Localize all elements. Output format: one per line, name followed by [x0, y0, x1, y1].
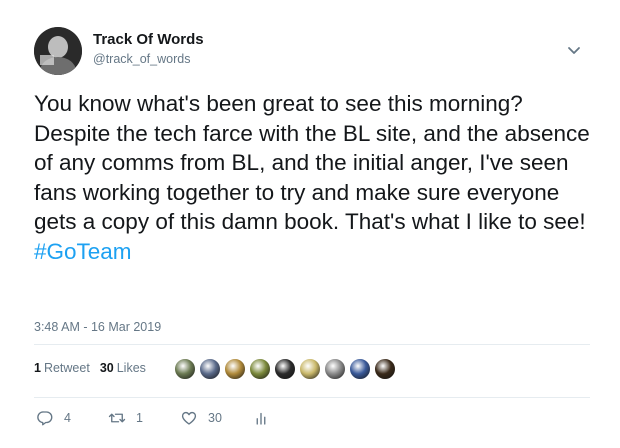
retweet-count: 1: [136, 411, 143, 425]
reply-count: 4: [64, 411, 71, 425]
liker-avatars: [174, 358, 399, 380]
author-handle[interactable]: @track_of_words: [93, 52, 190, 66]
avatar-photo-icon: [34, 27, 82, 75]
analytics-icon: [256, 412, 266, 425]
retweet-stat[interactable]: 1 Retweet: [34, 361, 90, 375]
likes-stat-label: Likes: [116, 361, 146, 375]
retweet-button[interactable]: 1: [108, 409, 154, 427]
liker-avatar[interactable]: [324, 358, 346, 380]
tweet-timestamp[interactable]: 3:48 AM - 16 Mar 2019: [34, 320, 161, 334]
tweet-text: You know what's been great to see this m…: [34, 89, 604, 266]
divider: [34, 344, 590, 345]
heart-icon: [181, 411, 197, 425]
author-avatar[interactable]: [34, 27, 82, 75]
divider: [34, 397, 590, 398]
liker-avatar[interactable]: [349, 358, 371, 380]
hashtag-link[interactable]: #GoTeam: [34, 239, 132, 264]
tweet-body: You know what's been great to see this m…: [34, 91, 590, 234]
tweet-stats: 1 Retweet 30 Likes: [34, 361, 156, 375]
liker-avatar[interactable]: [249, 358, 271, 380]
retweet-stat-count: 1: [34, 361, 41, 375]
liker-avatar[interactable]: [274, 358, 296, 380]
retweet-icon: [108, 413, 126, 423]
retweet-stat-label: Retweet: [43, 361, 90, 375]
liker-avatar[interactable]: [199, 358, 221, 380]
analytics-button[interactable]: [252, 409, 280, 427]
liker-avatar[interactable]: [174, 358, 196, 380]
liker-avatar[interactable]: [224, 358, 246, 380]
reply-button[interactable]: 4: [36, 409, 82, 427]
liker-avatar[interactable]: [374, 358, 396, 380]
tweet-actions: 4 1 30: [36, 409, 306, 427]
like-button[interactable]: 30: [180, 409, 226, 427]
more-options-chevron-down-icon[interactable]: [566, 44, 582, 56]
likes-stat-count: 30: [99, 361, 114, 375]
like-count: 30: [208, 411, 222, 425]
liker-avatar[interactable]: [299, 358, 321, 380]
tweet-card: Track Of Words @track_of_words You know …: [0, 0, 620, 448]
reply-icon: [37, 411, 53, 426]
author-display-name[interactable]: Track Of Words: [93, 31, 204, 48]
likes-stat[interactable]: 30 Likes: [100, 361, 146, 375]
